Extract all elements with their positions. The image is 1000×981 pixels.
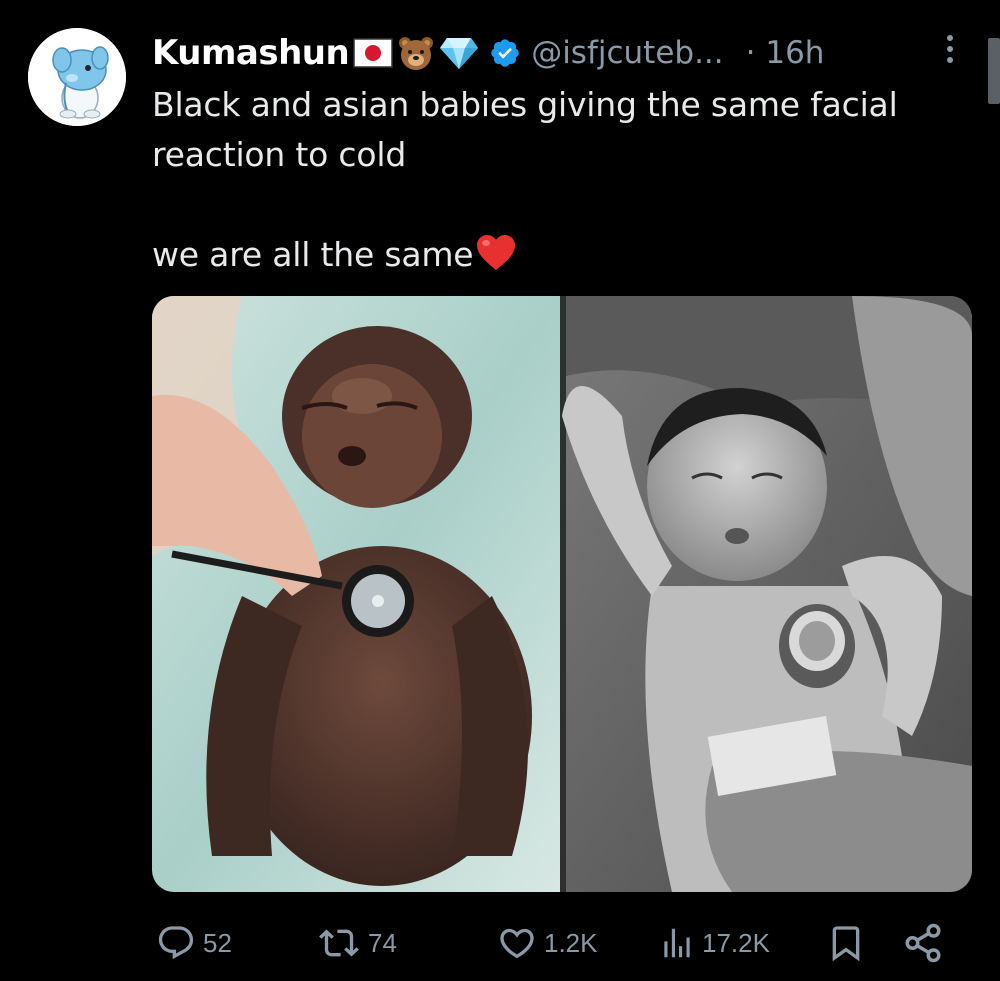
share-icon [905, 923, 941, 963]
heart-icon [500, 928, 534, 959]
views-button[interactable]: 17.2K [658, 918, 770, 968]
reply-button[interactable]: 52 [155, 918, 232, 968]
avatar[interactable] [28, 28, 126, 126]
avatar-image [28, 28, 126, 126]
tweet-text-line-2: we are all the same [152, 235, 474, 274]
red-heart-icon [475, 234, 517, 286]
japan-flag-icon [353, 38, 393, 68]
views-icon [664, 928, 690, 958]
gem-stone-icon [439, 36, 479, 70]
user-handle[interactable]: @isfjcuteb... [531, 35, 723, 71]
repost-button[interactable]: 74 [316, 918, 397, 968]
share-button[interactable] [902, 918, 950, 968]
like-button[interactable]: 1.2K [496, 918, 598, 968]
reply-count: 52 [203, 927, 232, 958]
repost-count: 74 [368, 927, 397, 958]
reply-icon [158, 926, 194, 960]
tweet-text-line: Black and asian babies giving the same f… [152, 85, 898, 124]
like-count: 1.2K [544, 927, 598, 958]
scrollbar-thumb[interactable] [988, 38, 1000, 104]
views-count: 17.2K [702, 927, 770, 958]
verified-badge-icon [489, 37, 521, 69]
bear-face-icon [397, 35, 435, 71]
display-name[interactable]: Kumashun [152, 33, 350, 73]
more-options-icon[interactable] [940, 32, 960, 68]
bookmark-icon [832, 926, 860, 962]
tweet-text-line: we are all the same [152, 230, 972, 286]
tweet-text-line: reaction to cold [152, 135, 407, 174]
timestamp[interactable]: · 16h [746, 35, 825, 71]
tweet-header: Kumashun @isfjcuteb... · 16h [152, 30, 824, 76]
repost-icon [319, 929, 359, 957]
bookmark-button[interactable] [826, 918, 872, 968]
tweet-media-image[interactable] [152, 296, 972, 892]
tweet-actions: 52 74 1.2K 17.2K [0, 918, 1000, 968]
tweet-text: Black and asian babies giving the same f… [152, 80, 972, 286]
